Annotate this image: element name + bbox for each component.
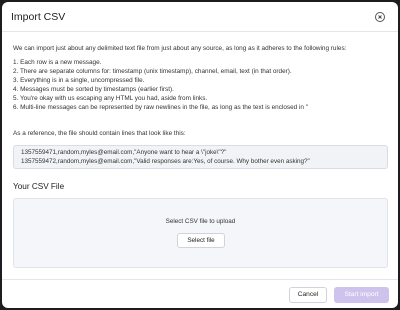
close-x-glyph xyxy=(378,15,382,19)
file-dropzone[interactable]: Select CSV file to upload Select file xyxy=(13,198,388,268)
rule-item: 6. Multi-line messages can be represente… xyxy=(13,104,308,112)
dialog-footer: Cancel Start import xyxy=(2,279,398,308)
example-line: 1357559471,random,myles@email.com,"Anyon… xyxy=(21,149,227,156)
csv-file-section-title: Your CSV File xyxy=(13,182,65,191)
cancel-button[interactable]: Cancel xyxy=(289,287,327,303)
rule-item: 1. Each row is a new message. xyxy=(13,59,102,66)
close-icon[interactable] xyxy=(375,12,385,22)
rule-item: 5. You're okay with us escaping any HTML… xyxy=(13,95,208,103)
reference-text: As a reference, the file should contain … xyxy=(13,130,186,137)
intro-text: We can import just about any delimited t… xyxy=(13,45,347,52)
example-code-block: 1357559471,random,myles@email.com,"Anyon… xyxy=(13,145,388,169)
example-line: 1357559472,random,myles@email.com,"Valid… xyxy=(21,157,310,165)
import-csv-dialog: Import CSV We can import just about any … xyxy=(2,2,398,308)
select-file-button[interactable]: Select file xyxy=(177,233,225,248)
rules-list: 1. Each row is a new message. 2. There a… xyxy=(13,58,308,113)
upload-prompt: Select CSV file to upload xyxy=(165,218,236,225)
rule-item: 4. Messages must be sorted by timestamps… xyxy=(13,86,174,94)
rule-item: 3. Everything is in a single, uncompress… xyxy=(13,77,145,85)
start-import-button[interactable]: Start import xyxy=(334,287,389,303)
dialog-header: Import CSV xyxy=(2,2,398,32)
rule-item: 2. There are separate columns for: times… xyxy=(13,68,292,76)
dialog-title: Import CSV xyxy=(11,11,66,23)
